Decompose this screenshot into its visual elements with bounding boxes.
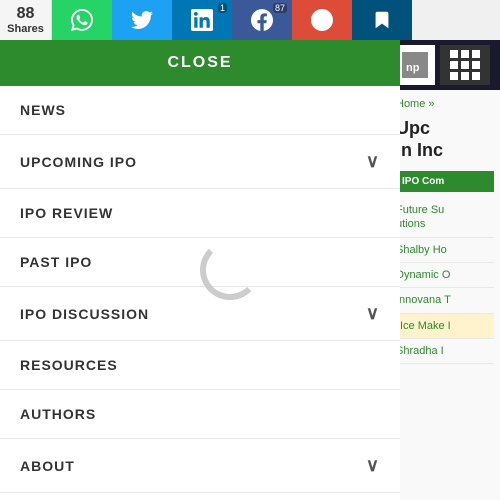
sidebar-item-upcoming-ipo-label: UPCOMING IPO: [20, 154, 137, 170]
content-link-dynamic[interactable]: Dynamic O: [396, 263, 494, 288]
grid-dot: [450, 72, 458, 80]
twitter-share-button[interactable]: [112, 0, 172, 40]
chevron-down-icon: ∨: [366, 151, 380, 172]
grid-dots: [450, 50, 480, 80]
share-count-label: Shares: [7, 23, 44, 35]
main-layout: CLOSE NEWS UPCOMING IPO ∨ IPO REVIEW PAS…: [0, 40, 500, 500]
content-link-future-sup[interactable]: Future Suutions: [396, 198, 494, 238]
sidebar-item-ipo-review-label: IPO REVIEW: [20, 205, 113, 221]
grid-dot: [472, 72, 480, 80]
content-link-innovana[interactable]: Innovana T: [396, 288, 494, 313]
sidebar-item-authors[interactable]: AUTHORS: [0, 390, 400, 439]
content-body: Home » Upcin Inc IPO Com Future Suutions…: [390, 90, 500, 372]
page-title: Upcin Inc: [396, 118, 494, 161]
share-bar: 88 Shares 1 87: [0, 0, 500, 40]
svg-text:np: np: [406, 62, 420, 74]
facebook-share-count: 87: [273, 3, 287, 13]
sidebar-item-resources[interactable]: RESOURCES: [0, 341, 400, 390]
sidebar-item-resources-label: RESOURCES: [20, 357, 118, 373]
grid-menu-icon[interactable]: [440, 45, 490, 85]
tab-ipo-companies[interactable]: IPO Com: [396, 171, 494, 192]
np-watermark-icon: np: [395, 45, 435, 85]
np-logo-area: np: [390, 40, 500, 90]
share-count-number: 88: [17, 5, 35, 23]
breadcrumb: Home »: [396, 98, 494, 110]
loading-spinner: [200, 240, 260, 300]
facebook-share-button[interactable]: 87: [232, 0, 292, 40]
breadcrumb-home[interactable]: Home: [396, 98, 425, 110]
chevron-down-icon-discussion: ∨: [366, 303, 380, 324]
grid-dot: [472, 61, 480, 69]
grid-dot: [450, 61, 458, 69]
chevron-down-icon-about: ∨: [366, 455, 380, 476]
sidebar-item-past-ipo-label: PAST IPO: [20, 254, 92, 270]
google-share-button[interactable]: [292, 0, 352, 40]
sidebar-item-about-label: ABOUT: [20, 458, 75, 474]
sidebar-item-upcoming-ipo[interactable]: UPCOMING IPO ∨: [0, 135, 400, 189]
linkedin-share-count: 1: [218, 3, 227, 13]
content-panel: np Home »: [390, 40, 500, 500]
content-link-ice-make[interactable]: Ice Make I: [396, 314, 494, 339]
grid-dot: [461, 61, 469, 69]
share-count: 88 Shares: [0, 0, 52, 40]
sidebar-item-ipo-review[interactable]: IPO REVIEW: [0, 189, 400, 238]
breadcrumb-separator: »: [428, 98, 434, 110]
sidebar-item-authors-label: AUTHORS: [20, 406, 96, 422]
close-button[interactable]: CLOSE: [0, 40, 400, 86]
grid-dot: [461, 50, 469, 58]
sidebar-item-ipo-discussion-label: IPO DISCUSSION: [20, 306, 149, 322]
grid-dot: [461, 72, 469, 80]
sidebar-item-news-label: NEWS: [20, 102, 66, 118]
content-link-shradha[interactable]: Shradha I: [396, 339, 494, 364]
sidebar-item-about[interactable]: ABOUT ∨: [0, 439, 400, 493]
grid-dot: [472, 50, 480, 58]
sidebar-item-news[interactable]: NEWS: [0, 86, 400, 135]
whatsapp-share-button[interactable]: [52, 0, 112, 40]
bookmark-share-button[interactable]: [352, 0, 412, 40]
grid-dot: [450, 50, 458, 58]
content-link-shalby[interactable]: Shalby Ho: [396, 238, 494, 263]
linkedin-share-button[interactable]: 1: [172, 0, 232, 40]
